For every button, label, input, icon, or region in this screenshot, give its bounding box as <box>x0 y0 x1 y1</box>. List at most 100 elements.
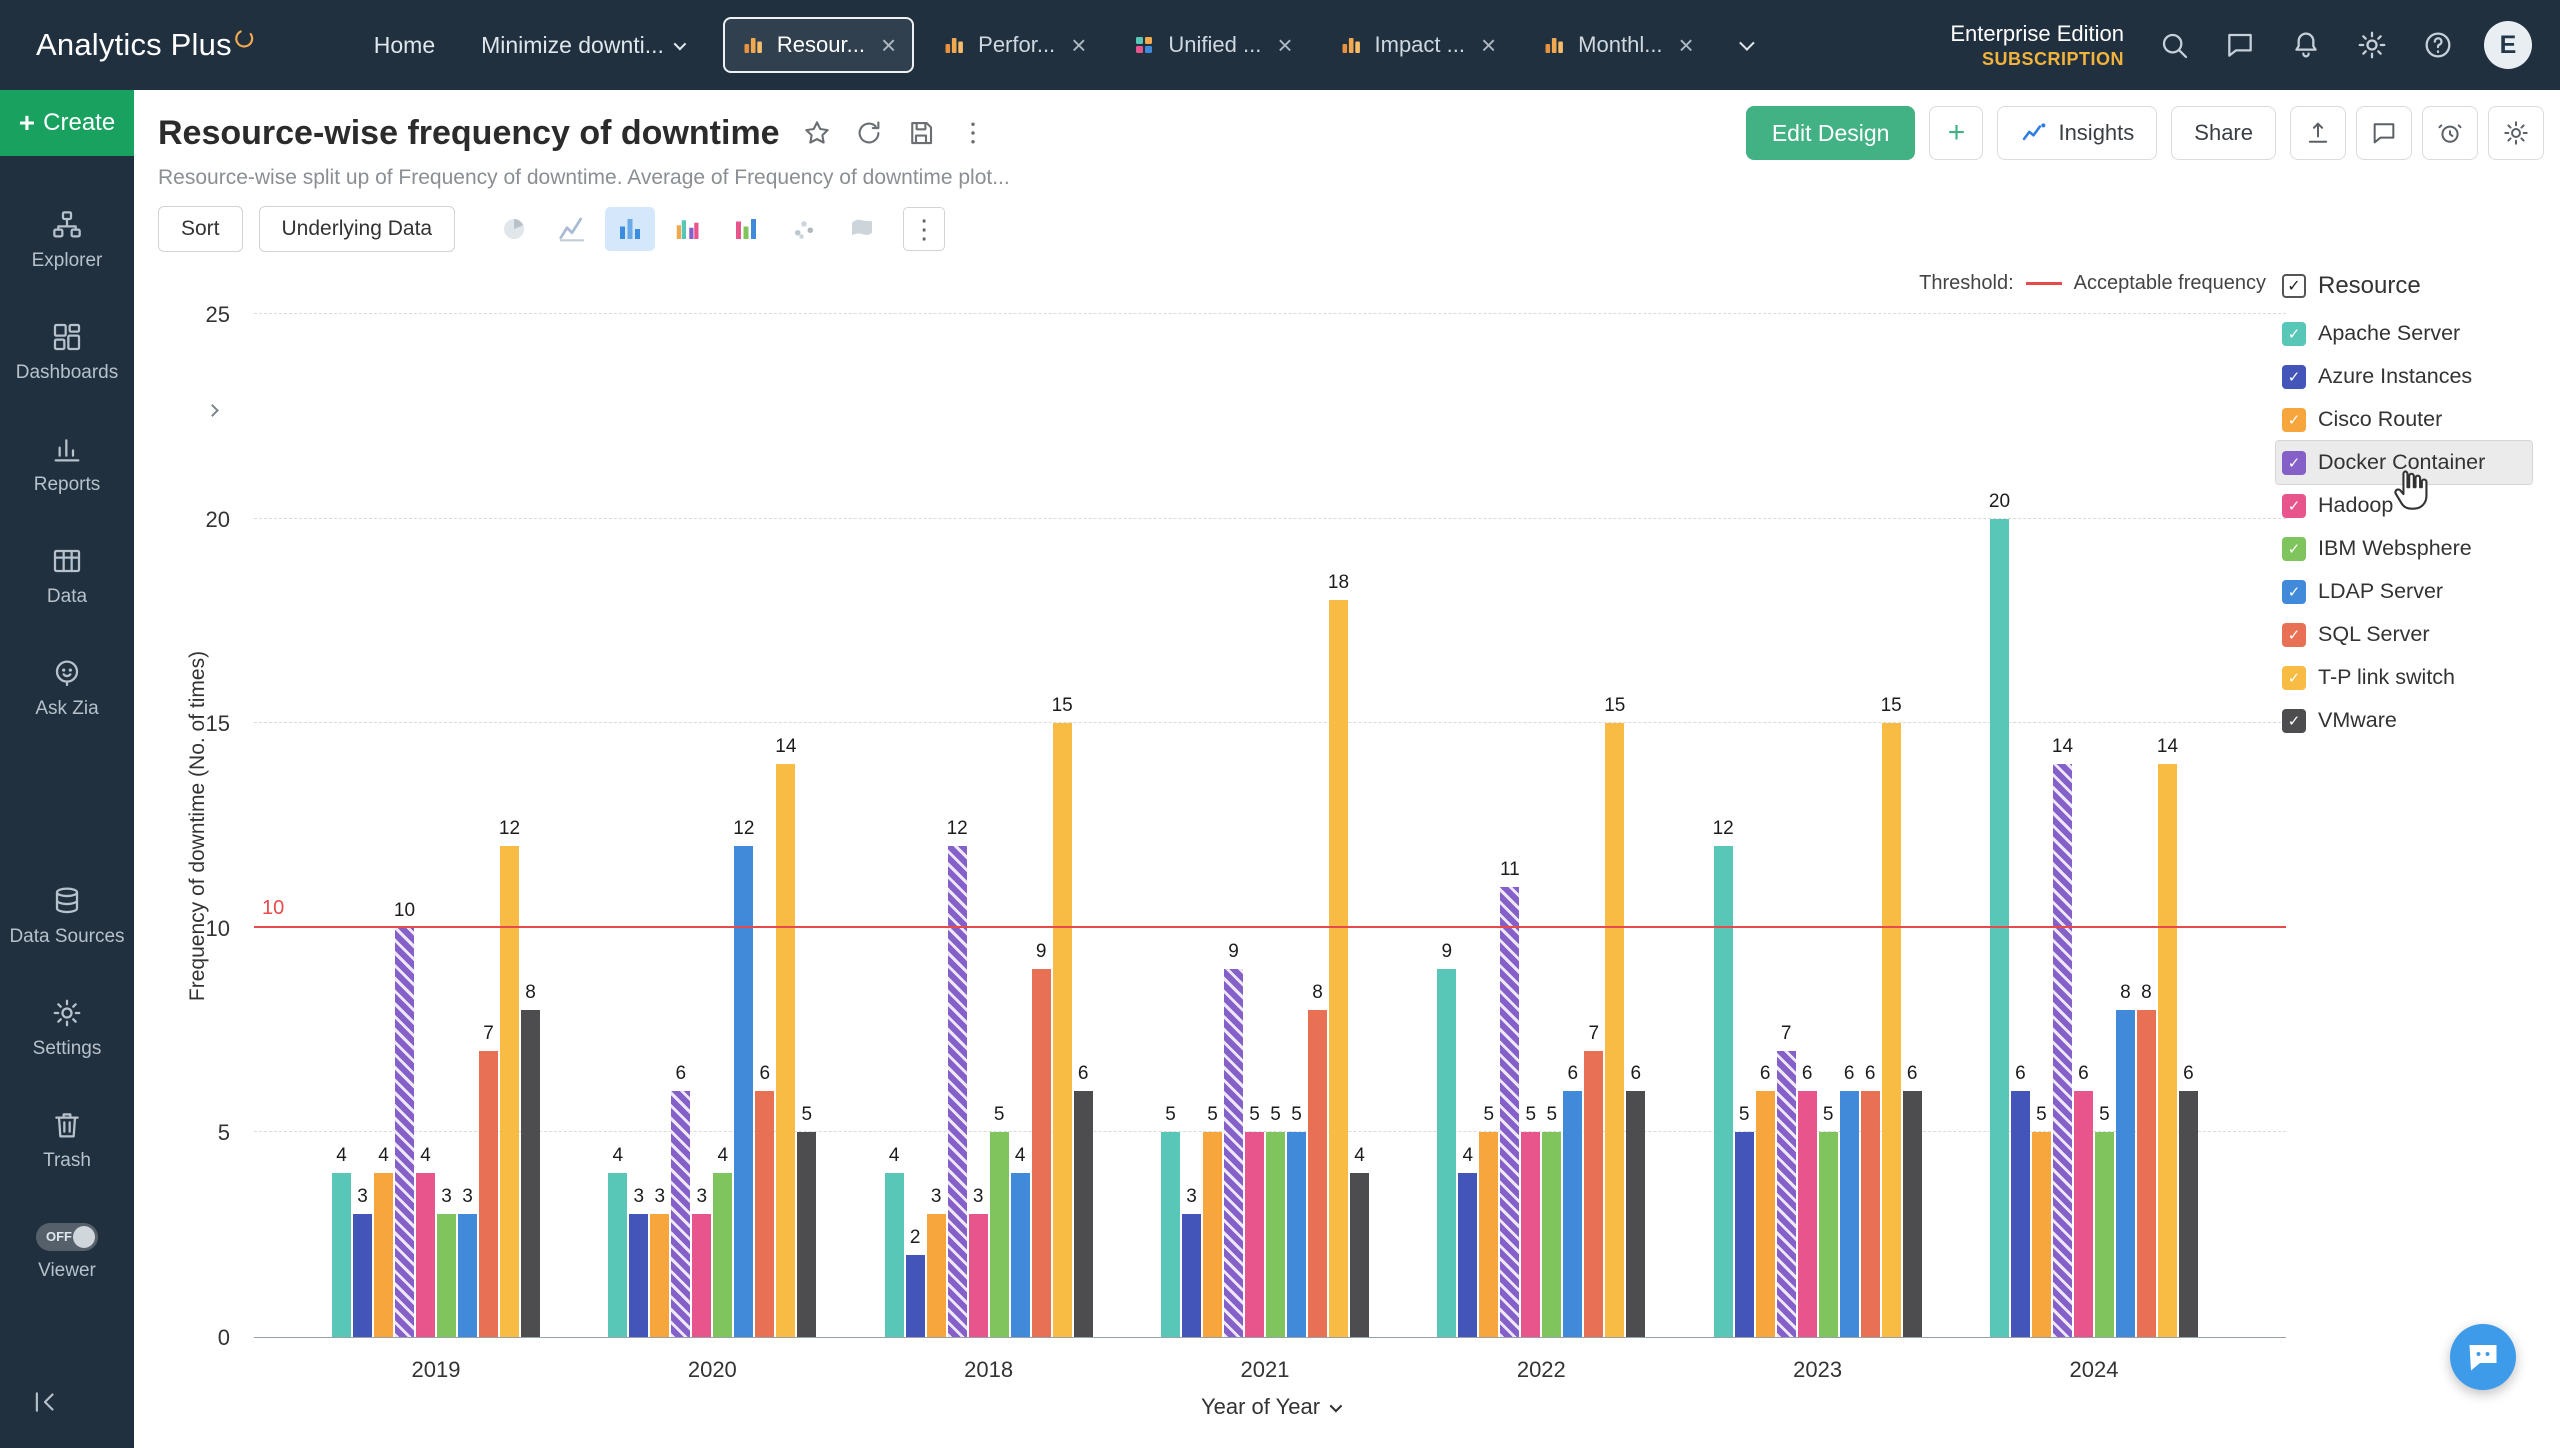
legend-item-apache-server[interactable]: ✓Apache Server <box>2276 312 2532 355</box>
bar-azure-instances[interactable]: 5 <box>1735 1132 1754 1337</box>
chart-type-line-icon[interactable] <box>547 207 597 251</box>
sidebar-item-ask-zia[interactable]: Ask Zia <box>0 632 134 744</box>
bar-t-p-link-switch[interactable]: 15 <box>1053 723 1072 1337</box>
bar-ldap-server[interactable]: 8 <box>2116 1010 2135 1337</box>
help-icon[interactable] <box>2422 29 2454 61</box>
bar-azure-instances[interactable]: 3 <box>353 1214 372 1337</box>
bar-cisco-router[interactable]: 4 <box>374 1173 393 1337</box>
bar-vmware[interactable]: 6 <box>1074 1091 1093 1337</box>
create-button[interactable]: + Create <box>0 90 134 156</box>
edit-design-button[interactable]: Edit Design <box>1746 106 1916 160</box>
expand-axis-icon[interactable] <box>208 402 217 420</box>
bar-t-p-link-switch[interactable]: 12 <box>500 846 519 1337</box>
legend-checkbox-cisco-router[interactable]: ✓ <box>2282 408 2306 432</box>
close-icon[interactable]: × <box>881 32 896 58</box>
sidebar-item-trash[interactable]: Trash <box>0 1084 134 1196</box>
legend-checkbox-sql-server[interactable]: ✓ <box>2282 623 2306 647</box>
chart-type-scatter-icon[interactable] <box>779 207 829 251</box>
close-icon[interactable]: × <box>1679 32 1694 58</box>
viewer-toggle[interactable]: OFF <box>36 1223 98 1251</box>
insights-button[interactable]: Insights <box>1997 106 2157 160</box>
bar-ldap-server[interactable]: 12 <box>734 846 753 1337</box>
bar-t-p-link-switch[interactable]: 14 <box>2158 764 2177 1337</box>
sidebar-item-viewer[interactable]: OFFViewer <box>0 1196 134 1308</box>
tabs-overflow-button[interactable] <box>1730 38 1751 53</box>
bar-hadoop[interactable]: 3 <box>969 1214 988 1337</box>
bar-docker-container[interactable]: 6 <box>671 1091 690 1337</box>
bar-hadoop[interactable]: 3 <box>692 1214 711 1337</box>
bar-sql-server[interactable]: 7 <box>479 1051 498 1337</box>
bar-ldap-server[interactable]: 3 <box>458 1214 477 1337</box>
bar-cisco-router[interactable]: 5 <box>1203 1132 1222 1337</box>
tab-monthl[interactable]: Monthl...× <box>1524 17 1712 73</box>
bar-ldap-server[interactable]: 5 <box>1287 1132 1306 1337</box>
bar-ldap-server[interactable]: 6 <box>1563 1091 1582 1337</box>
legend-item-azure-instances[interactable]: ✓Azure Instances <box>2276 355 2532 398</box>
bar-azure-instances[interactable]: 2 <box>906 1255 925 1337</box>
tab-perfor[interactable]: Perfor...× <box>924 17 1104 73</box>
search-icon[interactable] <box>2158 29 2190 61</box>
bar-cisco-router[interactable]: 5 <box>1479 1132 1498 1337</box>
bar-hadoop[interactable]: 5 <box>1521 1132 1540 1337</box>
bar-vmware[interactable]: 6 <box>1903 1091 1922 1337</box>
underlying-data-button[interactable]: Underlying Data <box>259 206 456 252</box>
bar-apache-server[interactable]: 4 <box>608 1173 627 1337</box>
bar-sql-server[interactable]: 9 <box>1032 969 1051 1337</box>
chart-type-pie-icon[interactable] <box>489 207 539 251</box>
bar-sql-server[interactable]: 8 <box>2137 1010 2156 1337</box>
export-button[interactable] <box>2290 106 2346 160</box>
bar-docker-container[interactable]: 11 <box>1500 887 1519 1337</box>
share-button[interactable]: Share <box>2171 106 2276 160</box>
legend-item-ibm-websphere[interactable]: ✓IBM Websphere <box>2276 527 2532 570</box>
legend-item-cisco-router[interactable]: ✓Cisco Router <box>2276 398 2532 441</box>
bar-ibm-websphere[interactable]: 5 <box>2095 1132 2114 1337</box>
tab-unified[interactable]: Unified ...× <box>1114 17 1310 73</box>
chart-type-map-icon[interactable] <box>837 207 887 251</box>
bar-apache-server[interactable]: 4 <box>332 1173 351 1337</box>
close-icon[interactable]: × <box>1481 32 1496 58</box>
bar-docker-container[interactable]: 9 <box>1224 969 1243 1337</box>
close-icon[interactable]: × <box>1277 32 1292 58</box>
chat-icon[interactable] <box>2224 29 2256 61</box>
bar-cisco-router[interactable]: 3 <box>927 1214 946 1337</box>
bar-hadoop[interactable]: 6 <box>2074 1091 2093 1337</box>
bar-t-p-link-switch[interactable]: 14 <box>776 764 795 1337</box>
nav-minimize-downtime[interactable]: Minimize downti... <box>481 32 683 59</box>
star-icon[interactable] <box>802 118 832 148</box>
legend-checkbox-azure-instances[interactable]: ✓ <box>2282 365 2306 389</box>
bar-ibm-websphere[interactable]: 5 <box>990 1132 1009 1337</box>
add-button[interactable]: + <box>1929 106 1983 160</box>
legend-item-hadoop[interactable]: ✓Hadoop <box>2276 484 2532 527</box>
collapse-sidebar-icon[interactable] <box>0 1361 134 1448</box>
bar-docker-container[interactable]: 14 <box>2053 764 2072 1337</box>
chart-type-grouped-bar-icon[interactable] <box>663 207 713 251</box>
settings-button[interactable] <box>2488 106 2544 160</box>
sidebar-item-explorer[interactable]: Explorer <box>0 184 134 296</box>
toolbar-more-button[interactable]: ⋮ <box>903 207 945 251</box>
legend-checkbox-t-p-link-switch[interactable]: ✓ <box>2282 666 2306 690</box>
bar-ibm-websphere[interactable]: 5 <box>1266 1132 1285 1337</box>
save-icon[interactable] <box>906 118 936 148</box>
alert-button[interactable] <box>2422 106 2478 160</box>
bar-t-p-link-switch[interactable]: 15 <box>1882 723 1901 1337</box>
bar-vmware[interactable]: 6 <box>1626 1091 1645 1337</box>
bar-apache-server[interactable]: 9 <box>1437 969 1456 1337</box>
zia-assistant-button[interactable] <box>2450 1324 2516 1390</box>
notifications-icon[interactable] <box>2290 29 2322 61</box>
bar-vmware[interactable]: 4 <box>1350 1173 1369 1337</box>
bar-hadoop[interactable]: 4 <box>416 1173 435 1337</box>
comment-button[interactable] <box>2356 106 2412 160</box>
legend-select-all-checkbox[interactable]: ✓ <box>2282 274 2306 298</box>
nav-home[interactable]: Home <box>374 32 435 59</box>
chart-type-bar-icon[interactable] <box>605 207 655 251</box>
legend-item-t-p-link-switch[interactable]: ✓T-P link switch <box>2276 656 2532 699</box>
bar-apache-server[interactable]: 12 <box>1714 846 1733 1337</box>
x-axis-title[interactable]: Year of Year <box>1201 1394 1339 1420</box>
bar-azure-instances[interactable]: 3 <box>1182 1214 1201 1337</box>
bar-hadoop[interactable]: 5 <box>1245 1132 1264 1337</box>
bar-ldap-server[interactable]: 6 <box>1840 1091 1859 1337</box>
bar-apache-server[interactable]: 4 <box>885 1173 904 1337</box>
close-icon[interactable]: × <box>1071 32 1086 58</box>
bar-cisco-router[interactable]: 6 <box>1756 1091 1775 1337</box>
bar-vmware[interactable]: 5 <box>797 1132 816 1337</box>
